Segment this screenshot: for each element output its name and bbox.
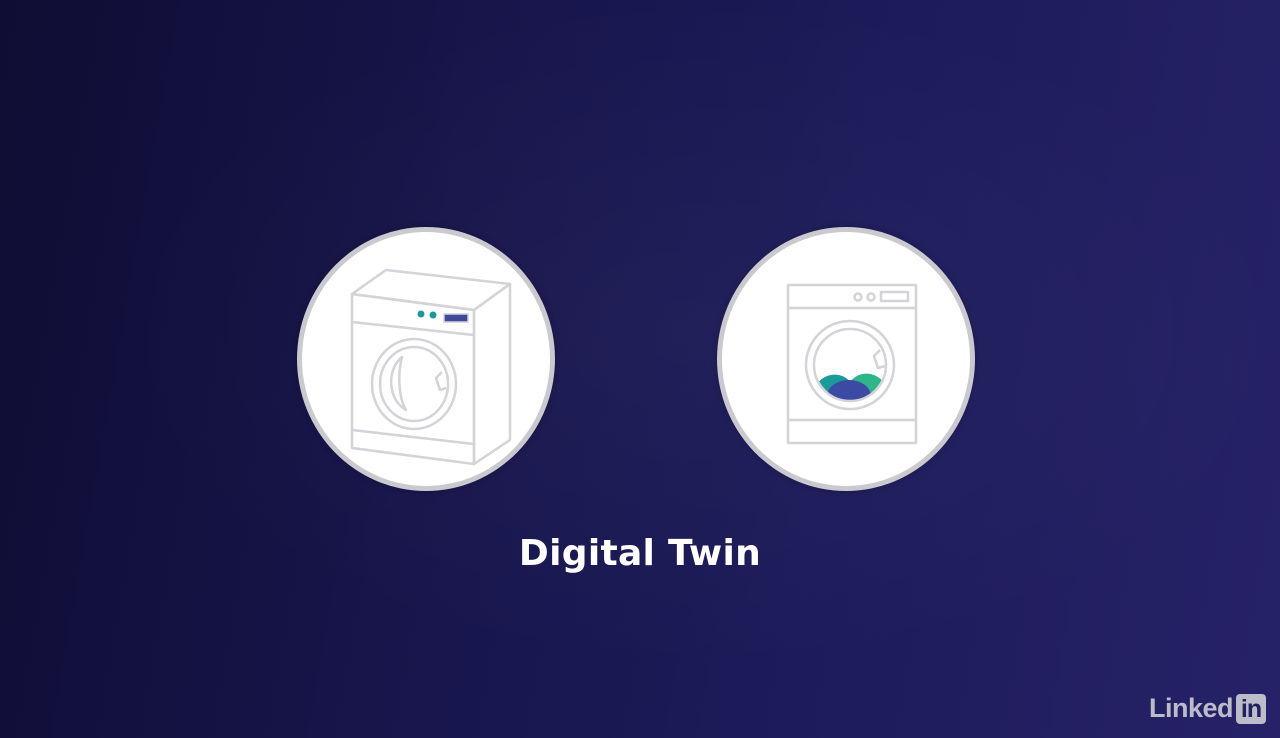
digital-machine-circle: [717, 227, 975, 491]
washing-machine-front-icon: [786, 283, 918, 445]
caption-title: Digital Twin: [518, 533, 762, 574]
linkedin-logo: Linked in: [1149, 693, 1266, 724]
physical-machine-circle: [297, 227, 555, 491]
background-vignette: [0, 0, 1280, 738]
washing-machine-3d-icon: [350, 268, 512, 466]
linkedin-logo-text: Linked: [1148, 693, 1234, 723]
linkedin-logo-box: in: [1236, 693, 1266, 724]
